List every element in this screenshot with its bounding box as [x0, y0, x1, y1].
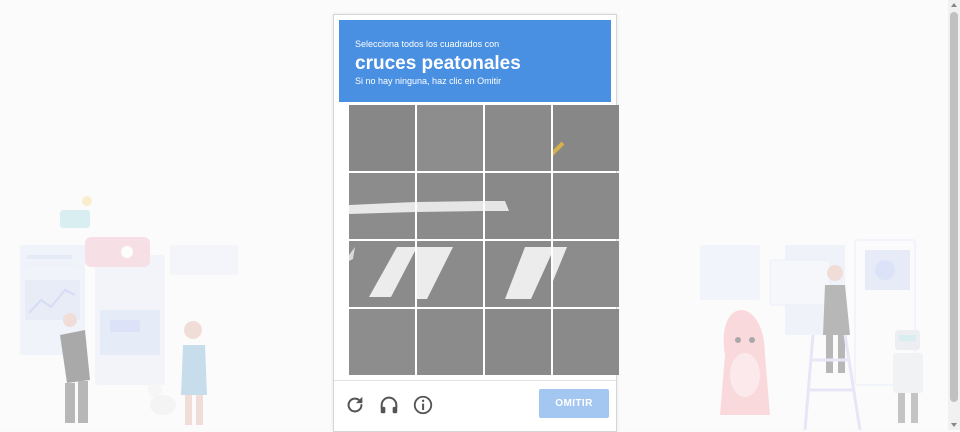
- skip-button[interactable]: OMITIR: [539, 389, 609, 418]
- grid-tile-4[interactable]: [553, 105, 619, 171]
- grid-tile-9[interactable]: [349, 241, 415, 307]
- grid-tile-3[interactable]: [485, 105, 551, 171]
- grid-tile-16[interactable]: [553, 309, 619, 375]
- headphones-icon[interactable]: [378, 394, 400, 416]
- grid-tile-14[interactable]: [417, 309, 483, 375]
- grid-tile-15[interactable]: [485, 309, 551, 375]
- page-scrollbar[interactable]: [948, 0, 960, 430]
- grid-tile-8[interactable]: [553, 173, 619, 239]
- scrollbar-thumb[interactable]: [950, 12, 958, 402]
- grid-tile-5[interactable]: [349, 173, 415, 239]
- captcha-widget: Selecciona todos los cuadrados con cruce…: [333, 14, 619, 432]
- info-icon[interactable]: [412, 394, 434, 416]
- grid-tile-2[interactable]: [417, 105, 483, 171]
- grid-tile-7[interactable]: [485, 173, 551, 239]
- instruction-target: cruces peatonales: [355, 53, 521, 74]
- grid-tile-1[interactable]: [349, 105, 415, 171]
- instruction-lead: Selecciona todos los cuadrados con: [355, 39, 500, 49]
- grid-tile-11[interactable]: [485, 241, 551, 307]
- instruction-hint: Si no hay ninguna, haz clic en Omitir: [355, 76, 502, 86]
- grid-tile-13[interactable]: [349, 309, 415, 375]
- scroll-up-icon[interactable]: [951, 3, 957, 7]
- captcha-header: Selecciona todos los cuadrados con cruce…: [339, 20, 611, 102]
- image-grid: [349, 105, 619, 377]
- grid-tile-10[interactable]: [417, 241, 483, 307]
- captcha-footer: OMITIR: [334, 380, 616, 430]
- reload-icon[interactable]: [344, 394, 366, 416]
- grid-tile-6[interactable]: [417, 173, 483, 239]
- grid-tile-12[interactable]: [553, 241, 619, 307]
- scroll-down-icon[interactable]: [951, 423, 957, 427]
